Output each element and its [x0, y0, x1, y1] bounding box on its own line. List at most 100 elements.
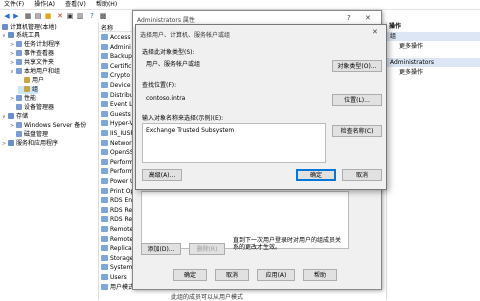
check-names-button[interactable]: 检查名称(C) — [332, 125, 382, 137]
group-icon — [101, 110, 108, 117]
delete-icon[interactable]: ✕ — [56, 12, 64, 20]
list-item-label: Perform — [110, 158, 134, 166]
node-icon — [16, 95, 22, 101]
group-icon — [101, 197, 108, 204]
group-icon — [101, 254, 108, 261]
cancel-button[interactable]: 取消 — [215, 269, 249, 281]
tree-item-label: 任务计划程序 — [24, 41, 61, 48]
group-icon — [101, 120, 108, 127]
list-item-label: Remote — [110, 235, 134, 243]
help-button[interactable]: 帮助 — [303, 269, 337, 281]
tree-root[interactable]: 计算机管理(本地) — [2, 24, 57, 32]
group-icon — [101, 91, 108, 98]
add-button[interactable]: 添加(D)... — [141, 243, 181, 255]
close-icon[interactable]: ✕ — [365, 14, 371, 22]
list-item-label: RDS Re — [110, 206, 133, 214]
menu-action[interactable]: 操作(A) — [30, 0, 59, 9]
group-icon — [101, 82, 108, 88]
list-item-label: Print Op — [110, 187, 135, 195]
list-item-label: Guests — [110, 110, 131, 118]
node-icon — [16, 41, 22, 47]
tree-item[interactable]: ∨ 系统工具 — [2, 32, 40, 40]
actions-group-header[interactable]: 组 — [387, 32, 480, 41]
more-actions-link[interactable]: 更多操作 — [387, 42, 480, 51]
list-item-label: RDS En — [110, 197, 133, 205]
group-icon — [101, 168, 108, 175]
group-icon — [101, 235, 108, 242]
menu-file[interactable]: 文件(F) — [0, 0, 28, 9]
tree-item[interactable]: > 共享文件夹 — [10, 59, 54, 67]
location-value: contoso.intra — [142, 93, 320, 103]
actions-admin-header[interactable]: Administrators — [387, 58, 480, 67]
group-icon — [101, 245, 108, 252]
node-icon — [8, 140, 14, 146]
object-names-input[interactable]: Exchange Trusted Subsystem — [142, 123, 326, 163]
back-arrow-icon[interactable]: ◀ — [3, 12, 11, 20]
ok-button[interactable]: 确定 — [296, 169, 336, 181]
help-icon[interactable]: ? — [88, 12, 96, 20]
node-icon — [8, 32, 14, 38]
tree-item[interactable]: 用户 — [18, 77, 44, 85]
ok-button[interactable]: 确定 — [173, 269, 207, 281]
tree-item[interactable]: > 服务和应用程序 — [2, 140, 58, 148]
tree-item[interactable]: > Windows Server 备份 — [10, 122, 86, 130]
tree-item-label: 系统工具 — [16, 32, 41, 39]
menu-help[interactable]: 帮助(H) — [92, 0, 121, 9]
tree-item-label: 事件查看器 — [24, 50, 55, 57]
list-item-label: Event L — [110, 101, 133, 109]
tree-item-label: 共享文件夹 — [24, 59, 55, 66]
up-folder-icon[interactable]: ▦ — [24, 12, 32, 20]
advanced-button[interactable]: 高级(A)... — [142, 169, 182, 181]
apply-button[interactable]: 应用(A) — [257, 269, 295, 281]
group-icon — [101, 139, 108, 146]
locations-button[interactable]: 位置(L)... — [332, 94, 382, 106]
folder-icon[interactable]: ■ — [44, 12, 52, 20]
tree-item[interactable]: > 事件查看器 — [10, 50, 54, 58]
node-icon — [24, 77, 30, 83]
close-icon[interactable]: ✕ — [372, 28, 378, 36]
menu-view[interactable]: 查看(V) — [61, 0, 90, 9]
tree-item[interactable]: 组 — [18, 86, 39, 94]
cancel-button[interactable]: 取消 — [342, 169, 382, 181]
list-item-label: IIS_IUSR — [110, 130, 135, 137]
refresh-icon[interactable]: ▣ — [66, 12, 74, 20]
tree-item[interactable]: 设备管理器 — [10, 104, 54, 112]
console-icon[interactable]: ▩ — [99, 12, 107, 20]
tree-item[interactable]: > 性能 — [10, 95, 36, 103]
forward-arrow-icon[interactable]: ▶ — [12, 12, 20, 20]
tree-item-label: 服务和应用程序 — [16, 140, 59, 147]
list-item-label: Hyper-V — [110, 120, 134, 128]
help-icon[interactable]: ? — [347, 14, 351, 22]
group-icon — [101, 216, 108, 223]
list-item-label: System — [110, 264, 133, 272]
group-icon — [101, 62, 108, 69]
tree-item[interactable]: > 任务计划程序 — [10, 41, 60, 49]
tree-item[interactable]: ∨ 本地用户和组 — [10, 68, 60, 76]
tree-item-label: 磁盘管理 — [24, 131, 49, 138]
object-types-button[interactable]: 对象类型(O)... — [332, 60, 382, 72]
list-item-label: Backup — [110, 53, 132, 61]
list-item-label: Device — [110, 82, 131, 89]
list-item-label: Users — [110, 274, 127, 281]
remove-button[interactable]: 删除(R) — [189, 243, 225, 255]
list-item-label: OpenSS — [110, 149, 134, 157]
list-item-label: Remote — [110, 226, 134, 233]
group-icon — [101, 130, 108, 136]
list-item-label: Perform — [110, 168, 134, 176]
actions-title: 操作 — [389, 23, 402, 30]
more-actions-link-2[interactable]: 更多操作 — [387, 68, 480, 77]
group-icon — [101, 43, 108, 50]
tree-item-label: 设备管理器 — [24, 104, 55, 111]
tree-item[interactable]: ∨ 存储 — [2, 113, 28, 121]
tree-item[interactable]: 磁盘管理 — [10, 131, 48, 139]
group-icon — [101, 264, 108, 271]
dialog-title: Administrators 属性 — [137, 17, 195, 24]
column-header-name[interactable]: 名称 — [101, 23, 113, 32]
list-item-label: Networ — [110, 139, 132, 147]
select-dialog-title: 选择用户、计算机、服务帐户或组 — [140, 32, 231, 39]
actions-pane: 操作 组 更多操作 Administrators 更多操作 — [386, 22, 480, 300]
properties-icon[interactable]: ▤ — [34, 12, 42, 20]
list-item-label: Replica — [110, 245, 132, 253]
export-icon[interactable]: ▥ — [76, 12, 84, 20]
group-icon — [101, 226, 108, 232]
